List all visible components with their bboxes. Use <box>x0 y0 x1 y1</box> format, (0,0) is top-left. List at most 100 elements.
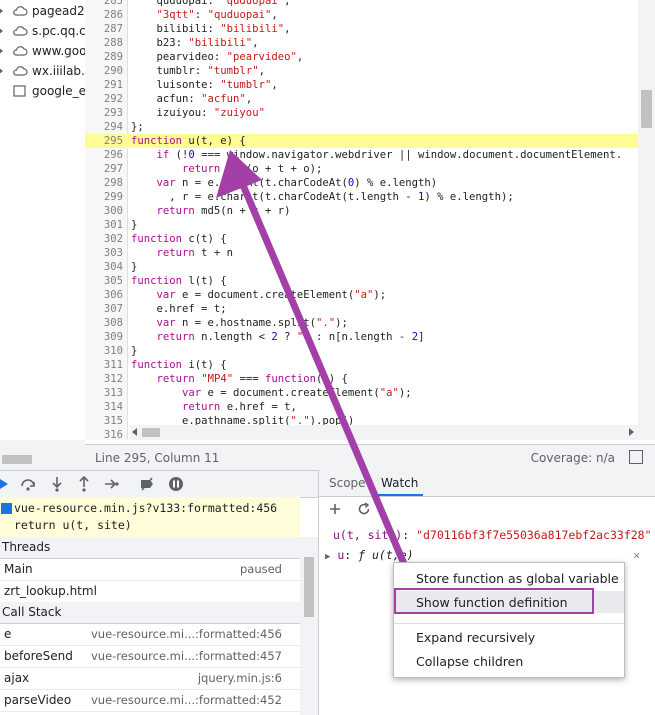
line-number[interactable]: 312 <box>85 372 123 386</box>
code-line[interactable]: 298 var n = e.charAt(t.charCodeAt(0) % e… <box>85 176 638 190</box>
call-frame[interactable]: beforeSend vue-resource.mi...:formatted:… <box>0 646 300 668</box>
code-line[interactable]: 289 pearvideo: "pearvideo", <box>85 50 638 64</box>
code-line[interactable]: 305 function l(t) { <box>85 274 638 288</box>
scroll-thumb[interactable] <box>641 90 652 128</box>
line-number[interactable]: 288 <box>85 36 123 50</box>
thread-row[interactable]: Main paused <box>0 559 300 581</box>
line-number[interactable]: 313 <box>85 386 123 400</box>
tree-item-google-es[interactable]: google_e <box>0 82 85 102</box>
code-line[interactable]: 302 function c(t) { <box>85 232 638 246</box>
line-number[interactable]: 291 <box>85 78 123 92</box>
line-number[interactable]: 293 <box>85 106 123 120</box>
line-number[interactable]: 286 <box>85 8 123 22</box>
line-number[interactable]: 297 <box>85 162 123 176</box>
line-number[interactable]: 298 <box>85 176 123 190</box>
line-number[interactable]: 307 <box>85 302 123 316</box>
code-line[interactable]: 303 return t + n <box>85 246 638 260</box>
line-number[interactable]: 311 <box>85 358 123 372</box>
editor-horizontal-scrollbar[interactable] <box>130 425 638 440</box>
deactivate-breakpoints-icon[interactable] <box>139 476 155 492</box>
expand-arrow-icon[interactable] <box>0 47 3 55</box>
code-line[interactable]: 300 return md5(n + t + r) <box>85 204 638 218</box>
editor-vertical-scrollbar[interactable] <box>638 0 655 440</box>
step-into-icon[interactable] <box>49 476 65 492</box>
code-line[interactable]: 285 quduopai: "quduopai", <box>85 0 638 8</box>
menu-collapse-children[interactable]: Collapse children <box>394 650 624 672</box>
code-line[interactable]: 306 var e = document.createElement("a"); <box>85 288 638 302</box>
code-line[interactable]: 312 return "MP4" === function(t) { <box>85 372 638 386</box>
call-frame[interactable]: ajax jquery.min.js:6 <box>0 668 300 690</box>
line-number[interactable]: 303 <box>85 246 123 260</box>
code-editor[interactable]: 285 quduopai: "quduopai", 286 "3qtt": "qu… <box>85 0 638 440</box>
watch-expression[interactable]: u(t, site): "d70116bf3f7e55036a817ebf2ac… <box>333 528 652 542</box>
code-line[interactable]: 290 tumblr: "tumblr", <box>85 64 638 78</box>
refresh-icon[interactable] <box>357 502 371 516</box>
code-line[interactable]: 307 e.href = t; <box>85 302 638 316</box>
delete-watch-icon[interactable]: ✕ <box>633 548 640 562</box>
code-line[interactable]: 304} <box>85 260 638 274</box>
line-number[interactable]: 295 <box>85 134 123 148</box>
code-line[interactable]: 299 , r = e.charAt(t.charCodeAt(t.length… <box>85 190 638 204</box>
expand-triangle-icon[interactable]: ▶ <box>325 552 330 562</box>
code-line[interactable]: 309 return n.length < 2 ? "" : n[n.lengt… <box>85 330 638 344</box>
step-over-icon[interactable] <box>20 476 36 492</box>
line-number[interactable]: 300 <box>85 204 123 218</box>
add-icon[interactable] <box>329 503 341 515</box>
line-number[interactable]: 285 <box>85 0 123 8</box>
line-number[interactable]: 296 <box>85 148 123 162</box>
tree-scrollbar[interactable] <box>0 440 85 470</box>
tab-scope[interactable]: Scope <box>329 476 366 490</box>
threads-header[interactable]: Threads <box>0 537 300 559</box>
checkbox-icon[interactable] <box>1 503 12 514</box>
menu-store-global[interactable]: Store function as global variable <box>394 567 624 589</box>
line-number[interactable]: 314 <box>85 400 123 414</box>
call-frame[interactable]: parseVideo vue-resource.mi...:formatted:… <box>0 690 300 712</box>
scroll-thumb[interactable] <box>142 428 160 437</box>
line-number[interactable]: 310 <box>85 344 123 358</box>
code-line[interactable]: 291 luisonte: "tumblr", <box>85 78 638 92</box>
menu-expand-recursively[interactable]: Expand recursively <box>394 626 624 648</box>
tree-item-pagead2[interactable]: pagead2.g <box>0 2 85 22</box>
line-number[interactable]: 299 <box>85 190 123 204</box>
code-line[interactable]: 308 var n = e.hostname.split("."); <box>85 316 638 330</box>
scroll-thumb[interactable] <box>304 557 314 617</box>
code-line[interactable]: 296 if (!0 === window.navigator.webdrive… <box>85 148 638 162</box>
code-line[interactable]: 301} <box>85 218 638 232</box>
code-line[interactable]: 313 var e = document.createElement("a"); <box>85 386 638 400</box>
code-line[interactable]: 310} <box>85 344 638 358</box>
line-number[interactable]: 290 <box>85 64 123 78</box>
scroll-thumb[interactable] <box>2 455 32 464</box>
expand-arrow-icon[interactable] <box>0 67 3 75</box>
code-line[interactable]: 287 bilibili: "bilibili", <box>85 22 638 36</box>
code-line[interactable]: 294}; <box>85 120 638 134</box>
call-stack-header[interactable]: Call Stack <box>0 602 300 624</box>
line-number[interactable]: 306 <box>85 288 123 302</box>
step-out-icon[interactable] <box>76 476 92 492</box>
code-line[interactable]: 297 return md5(o + t + o); <box>85 162 638 176</box>
expand-arrow-icon[interactable] <box>0 27 3 35</box>
paused-location[interactable]: vue-resource.min.js?v133:formatted:456 r… <box>0 497 300 538</box>
sidebar-scrollbar[interactable] <box>300 537 318 715</box>
thread-row[interactable]: zrt_lookup.html <box>0 581 300 603</box>
line-number[interactable]: 304 <box>85 260 123 274</box>
line-number[interactable]: 302 <box>85 232 123 246</box>
line-number[interactable]: 292 <box>85 92 123 106</box>
code-line[interactable]: 286 "3qtt": "quduopai", <box>85 8 638 22</box>
code-line[interactable]: 311 function i(t) { <box>85 358 638 372</box>
line-number[interactable]: 287 <box>85 22 123 36</box>
line-number[interactable]: 301 <box>85 218 123 232</box>
resume-icon[interactable] <box>0 476 14 492</box>
step-icon[interactable] <box>103 476 119 492</box>
tree-item-google[interactable]: www.goo <box>0 42 85 62</box>
frame-location[interactable]: vue-resource.mi...:formatted:452 <box>91 693 282 707</box>
scroll-left-icon[interactable] <box>132 428 137 436</box>
pause-on-exceptions-icon[interactable] <box>168 476 184 492</box>
code-line-current[interactable]: 295 function u(t, e) { <box>85 134 638 148</box>
line-number[interactable]: 315 <box>85 414 123 428</box>
code-line[interactable]: 292 acfun: "acfun", <box>85 92 638 106</box>
frame-location[interactable]: vue-resource.mi...:formatted:457 <box>91 649 282 663</box>
line-number[interactable]: 316 <box>85 428 123 440</box>
call-frame[interactable]: e vue-resource.mi...:formatted:456 <box>0 624 300 646</box>
line-number[interactable]: 309 <box>85 330 123 344</box>
code-line[interactable]: 314 return e.href = t, <box>85 400 638 414</box>
